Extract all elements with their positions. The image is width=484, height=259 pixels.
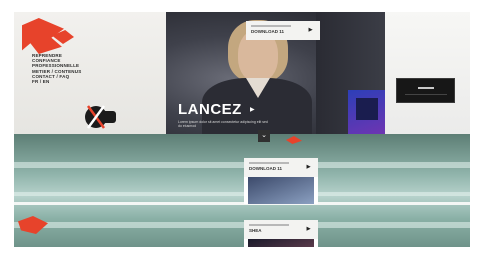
play-icon[interactable]: ▶ <box>304 225 313 234</box>
thumbnail-image <box>248 177 314 204</box>
water-highlight <box>14 192 470 196</box>
site-canvas: REPRENDRE CONFIANCE PROFESSIONNELLE METI… <box>14 12 470 247</box>
card-meta <box>249 162 289 164</box>
dark-popup[interactable] <box>396 78 455 103</box>
site-menu: REPRENDRE CONFIANCE PROFESSIONNELLE METI… <box>32 53 124 84</box>
hero-video[interactable]: LANCEZ ▶ Lorem ipsum dolor sit amet cons… <box>166 12 385 134</box>
card-meta <box>251 25 291 27</box>
water-highlight <box>14 222 470 228</box>
side-panel <box>385 12 470 134</box>
red-splatter-c <box>18 216 48 234</box>
cross-bottle-icon <box>85 105 116 129</box>
card-label: SHEA <box>249 228 262 233</box>
section-divider <box>14 202 470 205</box>
thumbnail-image <box>248 239 314 247</box>
card-label: DOWNLOAD 11 <box>251 29 285 34</box>
top-section: REPRENDRE CONFIANCE PROFESSIONNELLE METI… <box>14 12 470 134</box>
popup-divider <box>405 94 447 95</box>
red-splatter-d <box>286 136 302 144</box>
download-card[interactable]: DOWNLOAD 11 ▶ <box>244 158 318 177</box>
bottom-section: DOWNLOAD 11 ▶ SHEA ▶ <box>14 134 470 247</box>
card-meta <box>249 224 289 226</box>
play-icon[interactable]: ▶ <box>304 163 313 172</box>
hero-monitor-screen <box>356 98 378 120</box>
water-highlight <box>14 162 470 168</box>
download-card[interactable]: SHEA ▶ <box>244 220 318 239</box>
hero-title: LANCEZ <box>178 101 242 118</box>
scroll-down-icon[interactable]: ⌄ <box>258 130 270 142</box>
download-card[interactable]: DOWNLOAD 11 ▶ <box>246 21 320 40</box>
popup-text <box>418 87 434 89</box>
menu-item[interactable]: FR / EN <box>32 79 124 84</box>
play-icon[interactable]: ▶ <box>250 106 255 113</box>
hero-caption: Lorem ipsum dolor sit amet consectetur a… <box>178 120 268 128</box>
card-label: DOWNLOAD 11 <box>249 166 283 171</box>
play-icon[interactable]: ▶ <box>306 26 315 35</box>
